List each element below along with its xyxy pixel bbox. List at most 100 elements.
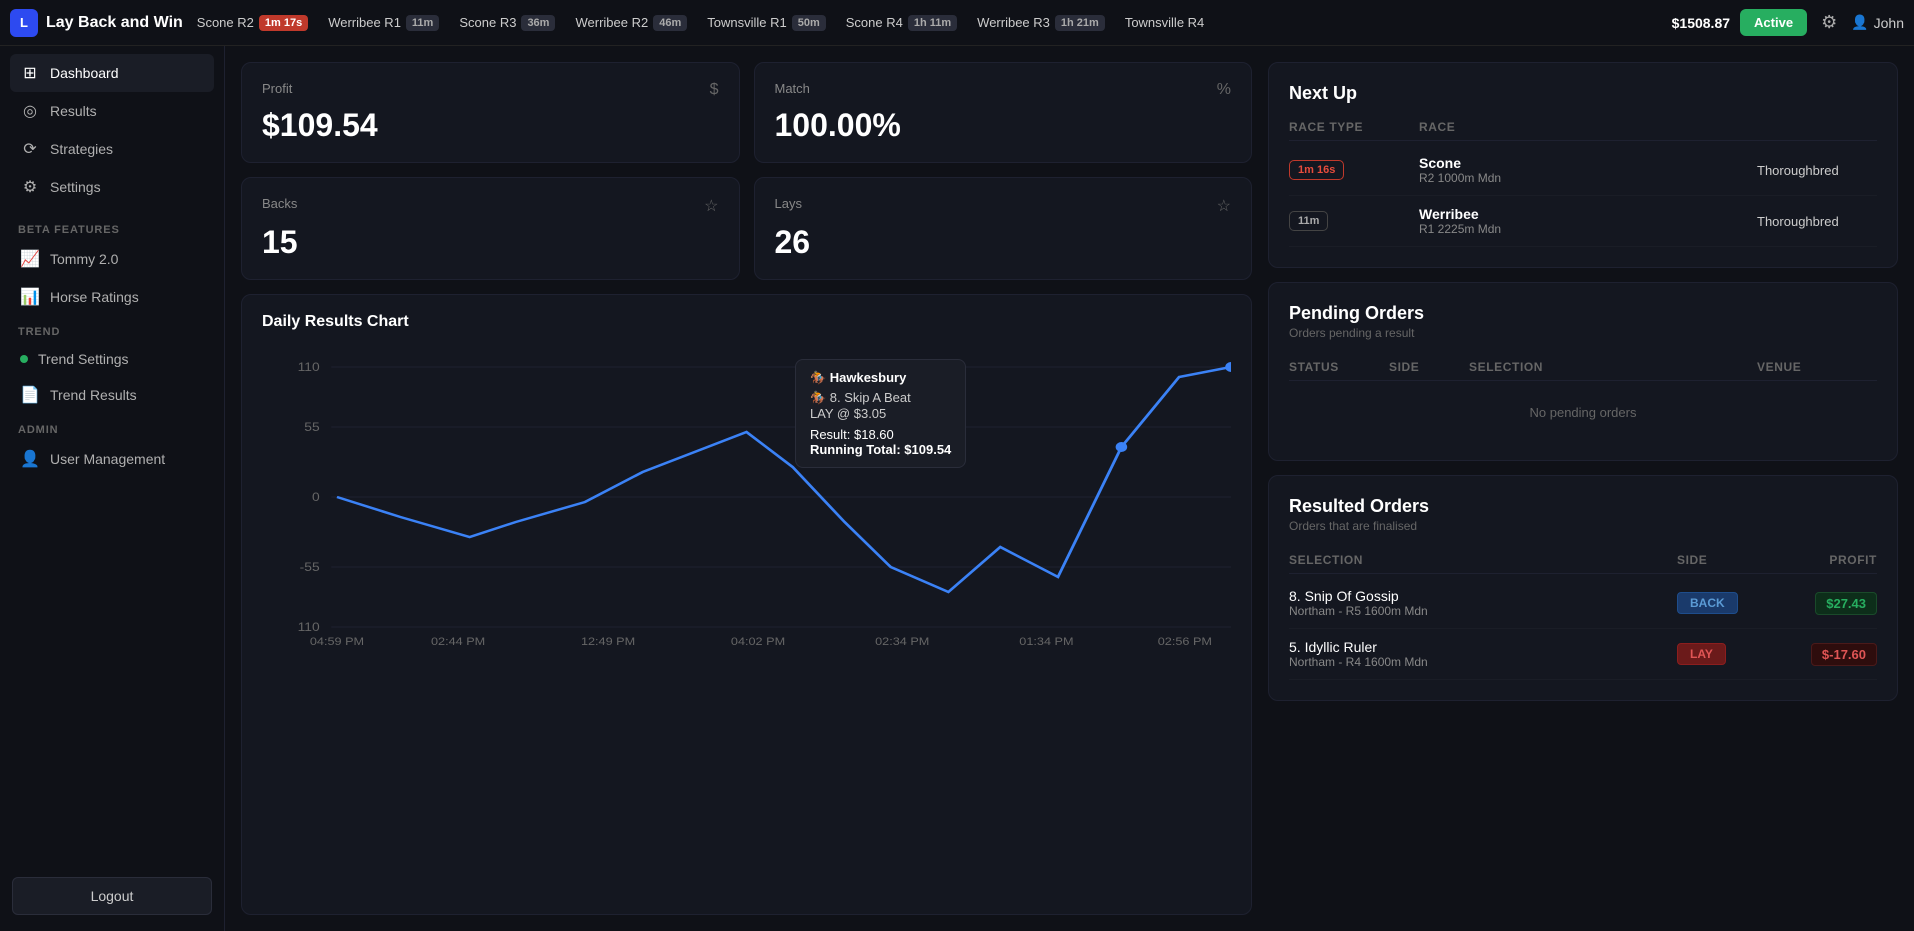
svg-text:01:34 PM: 01:34 PM (1019, 635, 1073, 647)
sidebar-icon-strategies: ⟳ (20, 139, 40, 159)
svg-text:55: 55 (304, 420, 319, 434)
race-tab-5[interactable]: Scone R4 1h 11m (838, 11, 965, 35)
sidebar-trend-menu: Trend Settings📄Trend Results (0, 342, 224, 414)
user-menu[interactable]: 👤 John (1851, 14, 1904, 31)
sidebar-item-trend-results[interactable]: 📄Trend Results (10, 376, 214, 414)
svg-text:02:56 PM: 02:56 PM (1158, 635, 1212, 647)
race-tab-1[interactable]: Werribee R1 11m (320, 11, 447, 35)
resulted-col-selection: Selection (1289, 553, 1677, 567)
sidebar-label-tommy: Tommy 2.0 (50, 251, 118, 267)
race-tab-7[interactable]: Townsville R4 (1117, 11, 1212, 34)
match-card-header: Match % (775, 81, 1232, 99)
next-up-header: Race Type Race (1289, 114, 1877, 141)
race-tab-badge: 46m (653, 15, 687, 31)
svg-text:04:59 PM: 04:59 PM (310, 635, 364, 647)
lays-value: 26 (775, 224, 1232, 261)
race-tab-6[interactable]: Werribee R3 1h 21m (969, 11, 1113, 35)
pending-orders-title: Pending Orders (1289, 303, 1877, 324)
chart-card: Daily Results Chart 110 55 0 -55 (241, 294, 1252, 915)
race-tab-badge: 50m (792, 15, 826, 31)
next-up-rows: 1m 16s Scone R2 1000m Mdn Thoroughbred 1… (1289, 145, 1877, 247)
race-tab-name: Werribee R2 (575, 15, 648, 30)
resulted-orders-panel: Resulted Orders Orders that are finalise… (1268, 475, 1898, 701)
svg-text:-55: -55 (300, 560, 320, 574)
sidebar-item-horse-ratings[interactable]: 📊Horse Ratings (10, 278, 214, 316)
sidebar-label-strategies: Strategies (50, 141, 113, 157)
sidebar-label-user-management: User Management (50, 451, 165, 467)
next-up-badge-0: 1m 16s (1289, 160, 1419, 180)
race-tab-3[interactable]: Werribee R2 46m (567, 11, 695, 35)
sidebar-label-trend-results: Trend Results (50, 387, 137, 403)
profit-value: $109.54 (262, 107, 719, 144)
next-up-row-0: 1m 16s Scone R2 1000m Mdn Thoroughbred (1289, 145, 1877, 196)
backs-card-header: Backs ☆ (262, 196, 719, 216)
backs-value: 15 (262, 224, 719, 261)
main-right-column: Next Up Race Type Race 1m 16s Scone R2 1… (1268, 62, 1898, 915)
resulted-selection-1: 5. Idyllic Ruler Northam - R4 1600m Mdn (1289, 639, 1677, 669)
race-tab-badge: 1h 21m (1055, 15, 1105, 31)
profit-card-header: Profit $ (262, 81, 719, 99)
lays-icon: ☆ (1217, 196, 1231, 216)
sidebar-item-tommy[interactable]: 📈Tommy 2.0 (10, 240, 214, 278)
pending-orders-subtitle: Orders pending a result (1289, 326, 1877, 340)
balance-display: $1508.87 (1672, 15, 1730, 31)
pending-col-side: Side (1389, 360, 1469, 374)
race-tab-2[interactable]: Scone R336m (451, 11, 563, 35)
backs-label: Backs (262, 196, 297, 211)
main-left-column: Profit $ $109.54 Match % 100.00% Backs ☆ (241, 62, 1252, 915)
match-label: Match (775, 81, 810, 96)
beta-features-title: Beta Features (0, 214, 224, 240)
next-up-info-1: Werribee R1 2225m Mdn (1419, 206, 1757, 236)
app-logo[interactable]: L Lay Back and Win (10, 9, 183, 37)
settings-icon-button[interactable]: ⚙ (1817, 8, 1841, 37)
sidebar-item-dashboard[interactable]: ⊞Dashboard (10, 54, 214, 92)
sidebar-icon-horse-ratings: 📊 (20, 287, 40, 307)
pending-col-venue: Venue (1757, 360, 1877, 374)
sidebar-item-user-management[interactable]: 👤User Management (10, 440, 214, 478)
profit-label: Profit (262, 81, 292, 96)
race-tab-name: Scone R4 (846, 15, 903, 30)
active-button[interactable]: Active (1740, 9, 1807, 36)
race-tab-name: Werribee R1 (328, 15, 401, 30)
username: John (1874, 15, 1904, 31)
sidebar-beta-menu: 📈Tommy 2.0📊Horse Ratings (0, 240, 224, 316)
next-up-panel: Next Up Race Type Race 1m 16s Scone R2 1… (1268, 62, 1898, 268)
logout-button[interactable]: Logout (12, 877, 212, 915)
trend-dot (20, 355, 28, 363)
resulted-orders-header: Selection Side Profit (1289, 547, 1877, 574)
race-tab-badge: 1h 11m (908, 15, 957, 31)
sidebar-item-results[interactable]: ◎Results (10, 92, 214, 130)
match-icon: % (1217, 81, 1231, 99)
race-tab-name: Werribee R3 (977, 15, 1050, 30)
sidebar-label-results: Results (50, 103, 97, 119)
race-tab-badge: 11m (406, 15, 439, 31)
backs-card: Backs ☆ 15 (241, 177, 740, 280)
pending-orders-header: Status Side Selection Venue (1289, 354, 1877, 381)
next-up-col-race: Race (1419, 120, 1757, 134)
svg-text:12:49 PM: 12:49 PM (581, 635, 635, 647)
svg-text:0: 0 (312, 490, 320, 504)
next-up-info-0: Scone R2 1000m Mdn (1419, 155, 1757, 185)
sidebar-admin-menu: 👤User Management (0, 440, 224, 478)
app-title: Lay Back and Win (46, 14, 183, 32)
stat-cards-grid: Profit $ $109.54 Match % 100.00% Backs ☆ (241, 62, 1252, 280)
logo-icon: L (10, 9, 38, 37)
sidebar-label-dashboard: Dashboard (50, 65, 119, 81)
sidebar-item-trend-settings[interactable]: Trend Settings (10, 342, 214, 376)
svg-text:04:02 PM: 04:02 PM (731, 635, 785, 647)
race-tab-4[interactable]: Townsville R1 50m (699, 11, 834, 35)
sidebar-item-settings[interactable]: ⚙Settings (10, 168, 214, 206)
sidebar-footer: Logout (0, 861, 224, 931)
pending-col-selection: Selection (1469, 360, 1757, 374)
no-pending-text: No pending orders (1289, 385, 1877, 440)
backs-icon: ☆ (704, 196, 718, 216)
next-up-badge-1: 11m (1289, 211, 1419, 231)
sidebar-item-strategies[interactable]: ⟳ Strategies (10, 130, 214, 168)
race-tab-name: Townsville R1 (707, 15, 786, 30)
main-content: Profit $ $109.54 Match % 100.00% Backs ☆ (225, 46, 1914, 931)
race-tab-0[interactable]: Scone R21m 17s (189, 11, 316, 35)
user-avatar-icon: 👤 (1851, 14, 1868, 31)
race-tab-name: Scone R3 (459, 15, 516, 30)
topnav-right: $1508.87 Active ⚙ 👤 John (1672, 8, 1904, 37)
race-tabs-container: Scone R21m 17sWerribee R111mScone R336mW… (189, 11, 1666, 35)
